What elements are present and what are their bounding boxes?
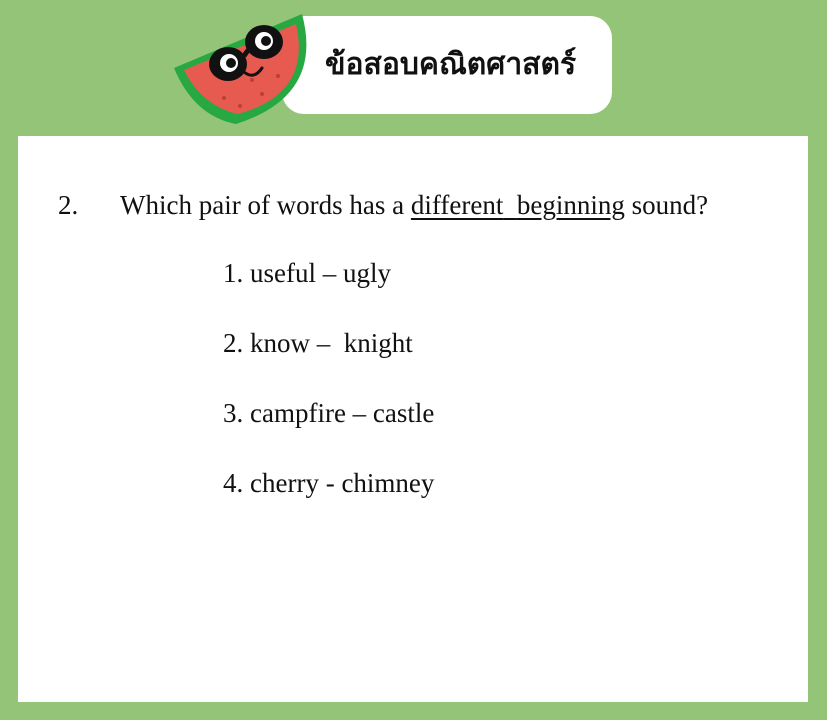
question-text-tail: sound?	[624, 190, 709, 220]
underlined-gap	[503, 190, 517, 220]
underlined-word-different: different	[410, 190, 504, 220]
page-title: ข้อสอบคณิตศาสตร์	[325, 47, 577, 82]
question-number: 2.	[58, 190, 79, 220]
answer-option-3: 3. campfire – castle	[223, 398, 435, 428]
answer-option-2: 2. know – knight	[223, 328, 413, 358]
answer-option-4: 4. cherry - chimney	[223, 468, 435, 498]
underlined-word-beginning: beginning	[516, 190, 625, 220]
watermelon-mascot-icon	[174, 14, 307, 124]
answer-option-1: 1. useful – ugly	[223, 258, 391, 288]
question-text: Which pair of words has a different begi…	[120, 188, 708, 222]
question-text-lead: Which pair of words has a	[120, 190, 411, 220]
question-card: 2. Which pair of words has a different b…	[18, 136, 808, 702]
